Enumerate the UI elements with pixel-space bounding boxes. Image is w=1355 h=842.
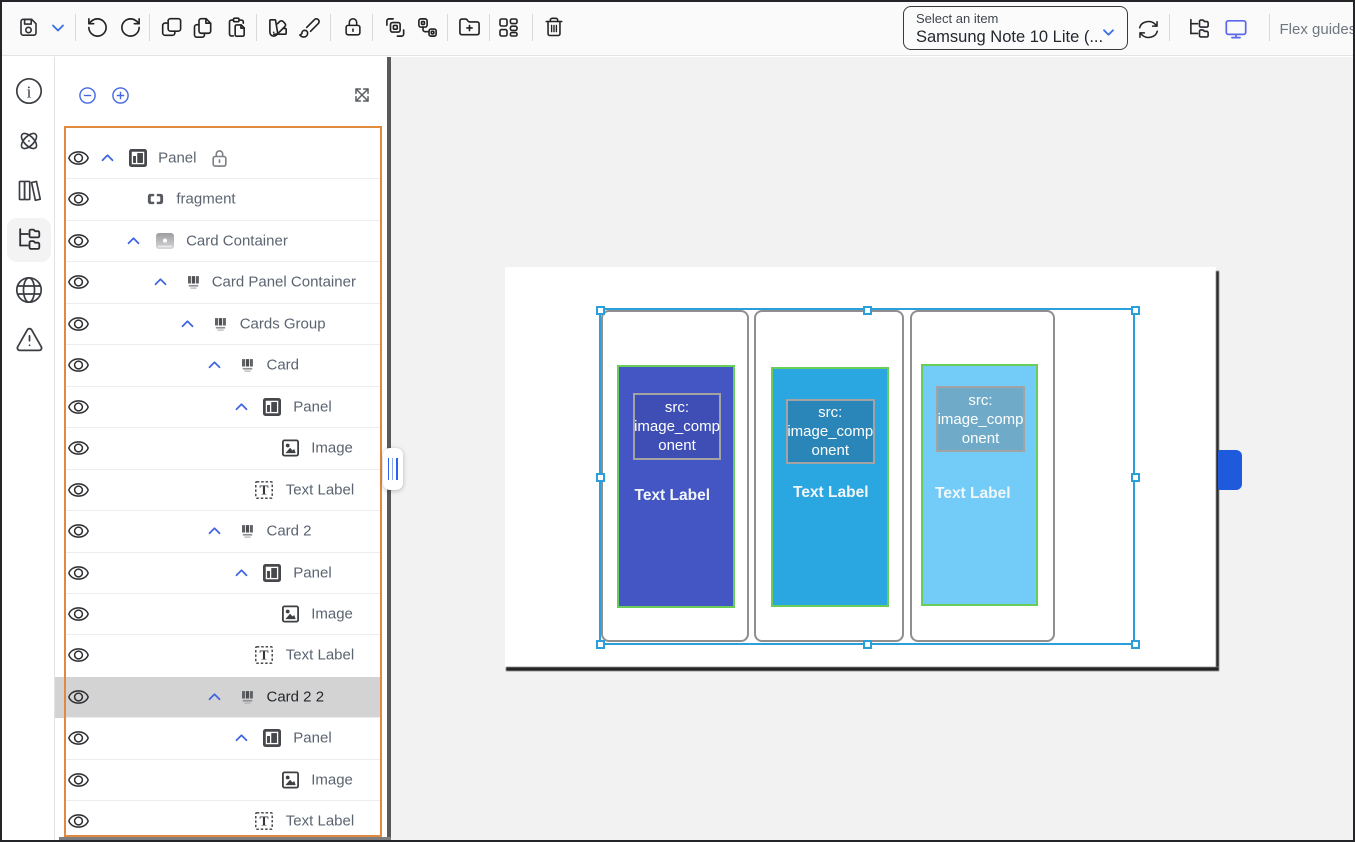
svg-text:i: i xyxy=(27,83,32,102)
